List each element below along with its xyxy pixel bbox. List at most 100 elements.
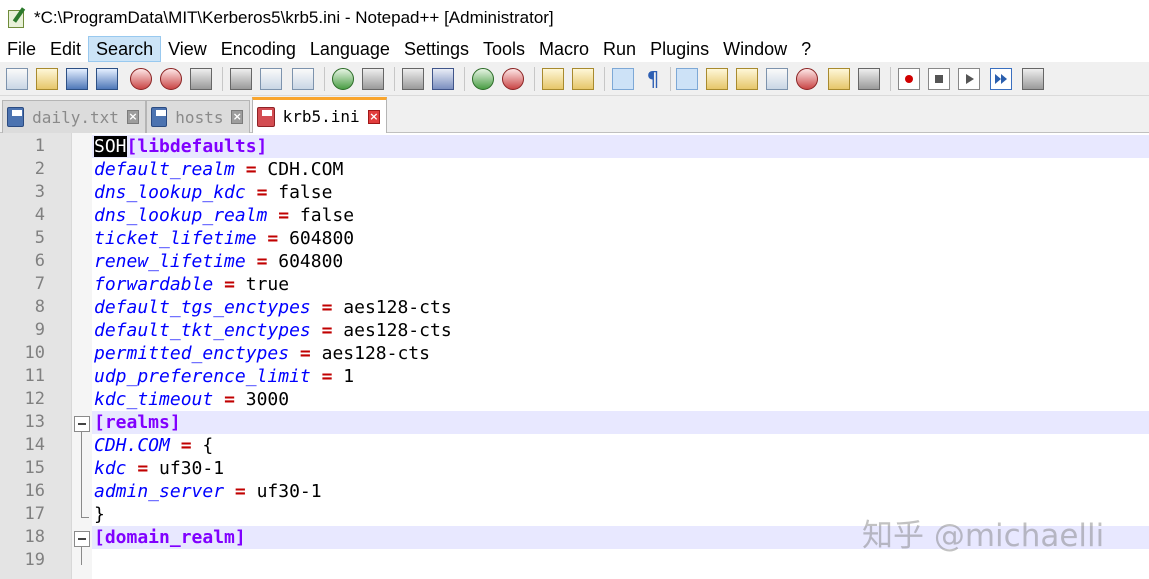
menu-window[interactable]: Window — [716, 36, 794, 62]
line-content: default_realm = CDH.COM — [94, 158, 343, 181]
paste-icon[interactable] — [292, 68, 314, 90]
line-number: 17 — [24, 504, 45, 524]
save-all-icon[interactable] — [96, 68, 118, 90]
function-list-icon[interactable] — [796, 68, 818, 90]
code-line[interactable]: 10 permitted_enctypes = aes128-cts — [0, 342, 1149, 365]
line-content: dns_lookup_realm = false — [94, 204, 354, 227]
find-icon[interactable] — [402, 68, 424, 90]
stop-recording-icon[interactable] — [928, 68, 950, 90]
playback-macro-icon[interactable] — [958, 68, 980, 90]
code-line[interactable]: 3 dns_lookup_kdc = false — [0, 181, 1149, 204]
line-number: 2 — [34, 159, 45, 179]
zoom-out-icon[interactable] — [502, 68, 524, 90]
code-line[interactable]: 13 [realms] — [0, 411, 1149, 434]
close-icon[interactable]: × — [126, 110, 139, 124]
notepad-plus-plus-icon[interactable] — [6, 7, 28, 29]
line-number: 4 — [34, 205, 45, 225]
config-key: udp_preference_limit — [94, 366, 311, 387]
toolbar-separator — [324, 67, 325, 91]
define-language-icon[interactable] — [706, 68, 728, 90]
monitoring-icon[interactable] — [858, 68, 880, 90]
tab-daily-txt[interactable]: daily.txt × — [2, 100, 146, 133]
menu-macro[interactable]: Macro — [532, 36, 596, 62]
line-content: permitted_enctypes = aes128-cts — [94, 342, 430, 365]
code-line[interactable]: 8 default_tgs_enctypes = aes128-cts — [0, 296, 1149, 319]
config-value: 3000 — [245, 389, 290, 410]
zoom-in-icon[interactable] — [472, 68, 494, 90]
code-line[interactable]: 6 renew_lifetime = 604800 — [0, 250, 1149, 273]
cut-icon[interactable] — [230, 68, 252, 90]
section-header: [realms] — [94, 412, 181, 433]
line-number: 7 — [34, 274, 45, 294]
undo-icon[interactable] — [332, 68, 354, 90]
tab-hosts[interactable]: hosts × — [146, 100, 250, 133]
config-value: 604800 — [289, 228, 355, 249]
folder-as-workspace-icon[interactable] — [828, 68, 850, 90]
save-icon[interactable] — [66, 68, 88, 90]
code-line[interactable]: 7 forwardable = true — [0, 273, 1149, 296]
code-line[interactable]: 2 default_realm = CDH.COM — [0, 158, 1149, 181]
menu-plugins[interactable]: Plugins — [643, 36, 716, 62]
code-line[interactable]: 1 SOH[libdefaults] — [0, 135, 1149, 158]
replace-icon[interactable] — [432, 68, 454, 90]
code-line[interactable]: 9 default_tkt_enctypes = aes128-cts — [0, 319, 1149, 342]
sync-horizontal-icon[interactable] — [572, 68, 594, 90]
line-content: [domain_realm] — [94, 526, 246, 549]
menu-view[interactable]: View — [161, 36, 214, 62]
save-macro-icon[interactable] — [1022, 68, 1044, 90]
menu-run[interactable]: Run — [596, 36, 643, 62]
line-number: 8 — [34, 297, 45, 317]
new-file-icon[interactable] — [6, 68, 28, 90]
equals-operator: = — [224, 274, 235, 295]
menu-encoding[interactable]: Encoding — [214, 36, 303, 62]
close-file-icon[interactable] — [130, 68, 152, 90]
code-line[interactable]: 12 kdc_timeout = 3000 — [0, 388, 1149, 411]
line-content: ticket_lifetime = 604800 — [94, 227, 354, 250]
document-list-icon[interactable] — [766, 68, 788, 90]
closing-brace: } — [94, 504, 105, 525]
fold-toggle-icon[interactable] — [74, 416, 90, 432]
copy-icon[interactable] — [260, 68, 282, 90]
menu-language[interactable]: Language — [303, 36, 397, 62]
menu-file[interactable]: File — [0, 36, 43, 62]
code-line[interactable]: 4 dns_lookup_realm = false — [0, 204, 1149, 227]
record-macro-icon[interactable] — [898, 68, 920, 90]
menu-search[interactable]: Search — [88, 36, 162, 62]
sync-vertical-icon[interactable] — [542, 68, 564, 90]
indent-guide-icon[interactable] — [676, 68, 698, 90]
close-icon[interactable]: × — [231, 110, 243, 124]
toolbar-separator — [604, 67, 605, 91]
code-line[interactable]: 14 CDH.COM = { — [0, 434, 1149, 457]
word-wrap-icon[interactable] — [612, 68, 634, 90]
line-number: 13 — [24, 412, 45, 432]
toolbar-separator — [890, 67, 891, 91]
equals-operator: = — [234, 481, 246, 502]
code-line[interactable]: 16 admin_server = uf30-1 — [0, 480, 1149, 503]
fold-toggle-icon[interactable] — [74, 531, 90, 547]
open-file-icon[interactable] — [36, 68, 58, 90]
menu-bar: File Edit Search View Encoding Language Settin… — [0, 36, 1149, 62]
equals-operator: = — [321, 297, 333, 318]
section-header: [libdefaults] — [126, 136, 268, 157]
code-line[interactable]: 5 ticket_lifetime = 604800 — [0, 227, 1149, 250]
print-icon[interactable] — [190, 68, 212, 90]
document-map-icon[interactable] — [736, 68, 758, 90]
menu-tools[interactable]: Tools — [476, 36, 532, 62]
close-icon[interactable]: × — [367, 109, 380, 124]
redo-icon[interactable] — [362, 68, 384, 90]
line-number: 14 — [24, 435, 45, 455]
menu-settings[interactable]: Settings — [397, 36, 476, 62]
run-macro-multiple-icon[interactable] — [990, 68, 1012, 90]
code-line[interactable]: 11 udp_preference_limit = 1 — [0, 365, 1149, 388]
config-value: true — [245, 274, 290, 295]
menu-help[interactable]: ? — [794, 36, 818, 62]
tab-krb5-ini[interactable]: krb5.ini × — [252, 97, 387, 133]
menu-edit[interactable]: Edit — [43, 36, 88, 62]
toolbar-separator — [394, 67, 395, 91]
close-all-icon[interactable] — [160, 68, 182, 90]
code-line[interactable]: 15 kdc = uf30-1 — [0, 457, 1149, 480]
line-number: 9 — [34, 320, 45, 340]
config-key: permitted_enctypes — [94, 343, 290, 364]
show-all-characters-icon[interactable]: ¶ — [642, 68, 664, 90]
equals-operator: = — [256, 251, 268, 272]
